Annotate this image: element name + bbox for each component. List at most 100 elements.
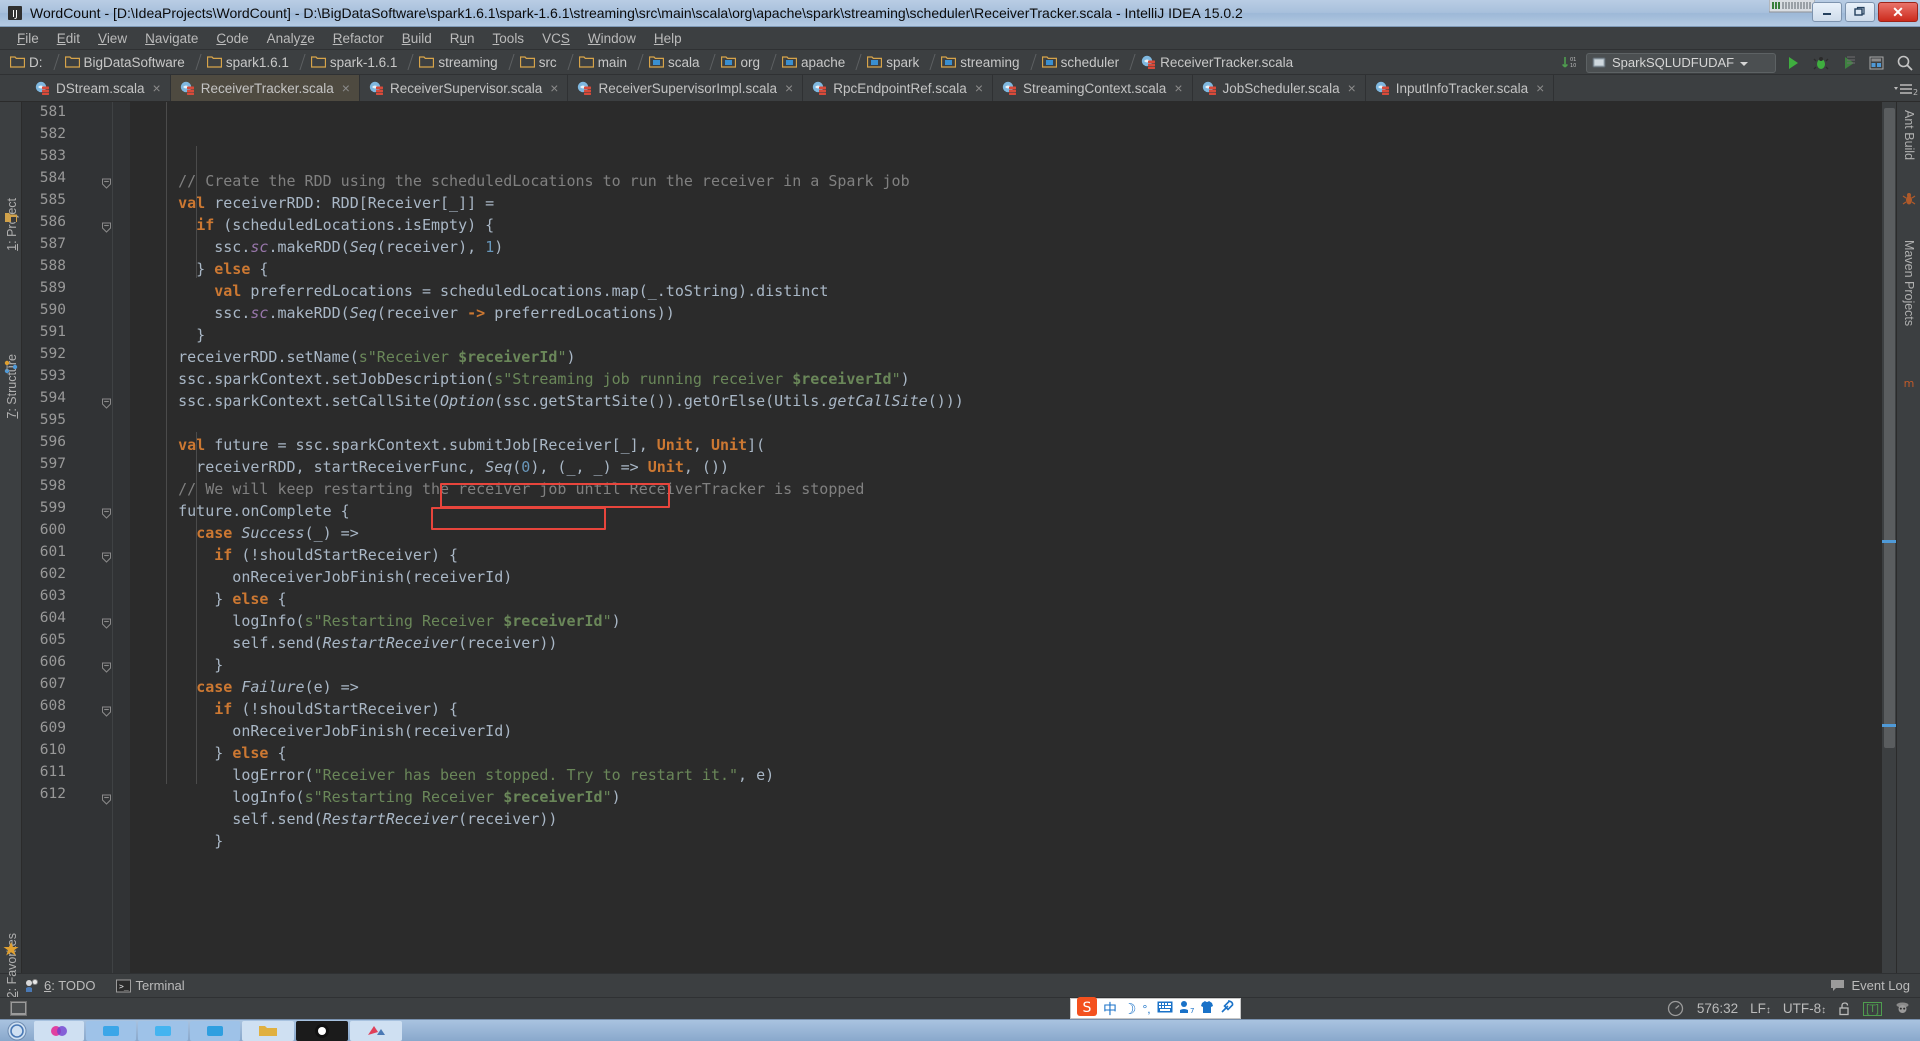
editor-tab-inputinfotracker[interactable]: InputInfoTracker.scala ×	[1365, 75, 1555, 101]
tab-list-icon[interactable]: 2	[1892, 81, 1918, 97]
menu-edit[interactable]: Edit	[48, 29, 89, 48]
file-encoding[interactable]: UTF-8↕	[1783, 1001, 1826, 1016]
sidebar-item-ant-build[interactable]: Ant Build	[1901, 110, 1917, 184]
code-line[interactable]: onReceiverJobFinish(receiverId)	[130, 720, 1882, 742]
menu-code[interactable]: Code	[207, 29, 257, 48]
hector-icon[interactable]	[1894, 1000, 1912, 1018]
menu-help[interactable]: Help	[645, 29, 691, 48]
menu-vcs[interactable]: VCS	[533, 29, 579, 48]
code-line[interactable]: ssc.sparkContext.setJobDescription(s"Str…	[130, 368, 1882, 390]
breadcrumb-item-apache[interactable]: apache	[778, 50, 863, 75]
breadcrumb-item-spark-1-6-1[interactable]: spark-1.6.1	[307, 50, 416, 75]
breadcrumb-item-streaming[interactable]: streaming	[415, 50, 515, 75]
inspection-gauge-icon[interactable]	[1667, 1000, 1685, 1018]
breadcrumb-item-spark1-6-1[interactable]: spark1.6.1	[203, 50, 307, 75]
menu-analyze[interactable]: Analyze	[258, 29, 324, 48]
taskbar-item-5[interactable]	[242, 1020, 294, 1041]
run-configuration-selector[interactable]: SparkSQLUDFUDAF	[1586, 52, 1776, 73]
sidebar-item-maven-projects[interactable]: Maven Projects	[1901, 240, 1917, 364]
code-line[interactable]: val receiverRDD: RDD[Receiver[_]] =	[130, 192, 1882, 214]
ime-skin-icon[interactable]	[1200, 1000, 1214, 1017]
run-with-coverage-icon[interactable]	[1838, 53, 1860, 73]
taskbar-item-3[interactable]	[138, 1020, 188, 1041]
code-line[interactable]: // We will keep restarting the receiver …	[130, 478, 1882, 500]
code-line[interactable]: receiverRDD.setName(s"Receiver $receiver…	[130, 346, 1882, 368]
line-separator[interactable]: LF↕	[1750, 1001, 1771, 1016]
event-log-button[interactable]: Event Log	[1830, 978, 1920, 993]
close-icon[interactable]: ×	[785, 80, 793, 96]
code-line[interactable]: if (!shouldStartReceiver) {	[130, 544, 1882, 566]
code-line[interactable]: // Create the RDD using the scheduledLoc…	[130, 170, 1882, 192]
breadcrumb-item-receivertracker-scala[interactable]: ReceiverTracker.scala	[1137, 50, 1298, 75]
toolwindow-terminal[interactable]: >_ Terminal	[115, 978, 185, 993]
tabs-overflow[interactable]: 2	[1892, 75, 1920, 101]
breadcrumb-item-src[interactable]: src	[516, 50, 575, 75]
code-line[interactable]: ssc.sc.makeRDD(Seq(receiver), 1)	[130, 236, 1882, 258]
maximize-restore-button[interactable]	[1845, 2, 1875, 22]
ime-halfwidth-icon[interactable]: ☽	[1123, 1000, 1136, 1018]
sidebar-item-structure[interactable]: 7: Structure	[4, 252, 20, 419]
code-fold-toggle-icon[interactable]	[101, 506, 112, 519]
code-line[interactable]	[130, 412, 1882, 434]
code-line[interactable]: } else {	[130, 258, 1882, 280]
close-button[interactable]: ✕	[1878, 2, 1918, 22]
breadcrumb-item-bigdatasoftware[interactable]: BigDataSoftware	[61, 50, 203, 75]
code-line[interactable]: val preferredLocations = scheduledLocati…	[130, 280, 1882, 302]
code-line[interactable]: if (scheduledLocations.isEmpty) {	[130, 214, 1882, 236]
sort-numeric-icon[interactable]: 01 10	[1558, 53, 1580, 73]
code-fold-toggle-icon[interactable]	[101, 660, 112, 673]
close-icon[interactable]: ×	[1174, 80, 1182, 96]
menu-file[interactable]: File	[8, 29, 48, 48]
editor-code-area[interactable]: // Create the RDD using the scheduledLoc…	[130, 102, 1882, 973]
code-fold-toggle-icon[interactable]	[101, 220, 112, 233]
code-line[interactable]	[130, 148, 1882, 170]
code-line[interactable]: if (!shouldStartReceiver) {	[130, 698, 1882, 720]
search-icon[interactable]	[1894, 53, 1916, 73]
code-line[interactable]: case Failure(e) =>	[130, 676, 1882, 698]
ime-settings-icon[interactable]	[1220, 999, 1234, 1017]
breadcrumb-item-spark[interactable]: spark	[863, 50, 937, 75]
close-icon[interactable]: ×	[342, 80, 350, 96]
breadcrumb-item-d-[interactable]: D:	[6, 50, 61, 75]
toggle-toolwindows-icon[interactable]	[10, 1000, 28, 1017]
menu-navigate[interactable]: Navigate	[136, 29, 207, 48]
code-line[interactable]: } else {	[130, 588, 1882, 610]
code-line[interactable]: logInfo(s"Restarting Receiver $receiverI…	[130, 786, 1882, 808]
ime-punctuation-icon[interactable]: °,	[1142, 1002, 1150, 1016]
code-fold-toggle-icon[interactable]	[101, 396, 112, 409]
code-line[interactable]: self.send(RestartReceiver(receiver))	[130, 808, 1882, 830]
code-line[interactable]: case Success(_) =>	[130, 522, 1882, 544]
code-line[interactable]: }	[130, 830, 1882, 852]
taskbar-item-6[interactable]	[296, 1020, 348, 1041]
close-icon[interactable]: ×	[975, 80, 983, 96]
code-fold-toggle-icon[interactable]	[101, 616, 112, 629]
ime-user-icon[interactable]: 7	[1179, 1000, 1194, 1017]
breadcrumb-item-streaming[interactable]: streaming	[937, 50, 1037, 75]
code-line[interactable]: self.send(RestartReceiver(receiver))	[130, 632, 1882, 654]
breadcrumb-item-scheduler[interactable]: scheduler	[1038, 50, 1138, 75]
sidebar-item-project[interactable]: 1: Project	[4, 112, 20, 251]
toolwindow-todo[interactable]: 6: TODO	[24, 978, 96, 993]
minimize-button[interactable]	[1812, 2, 1842, 22]
editor-marker-scrollbar[interactable]	[1882, 102, 1896, 973]
code-fold-toggle-icon[interactable]	[101, 176, 112, 189]
taskbar-item-7[interactable]	[350, 1020, 402, 1041]
code-line[interactable]: logInfo(s"Restarting Receiver $receiverI…	[130, 610, 1882, 632]
code-line[interactable]: future.onComplete {	[130, 500, 1882, 522]
code-line[interactable]: } else {	[130, 742, 1882, 764]
menu-run[interactable]: Run	[441, 29, 484, 48]
editor-tab-dstream[interactable]: DStream.scala ×	[26, 75, 171, 101]
insert-mode-badge[interactable]: [T]	[1863, 1001, 1882, 1016]
breadcrumb-item-org[interactable]: org	[717, 50, 778, 75]
breadcrumb-item-main[interactable]: main	[575, 50, 645, 75]
code-line[interactable]: onReceiverJobFinish(receiverId)	[130, 566, 1882, 588]
taskbar-item-2[interactable]	[86, 1020, 136, 1041]
menu-tools[interactable]: Tools	[484, 29, 534, 48]
taskbar-item-1[interactable]	[34, 1020, 84, 1041]
code-fold-toggle-icon[interactable]	[101, 550, 112, 563]
code-fold-toggle-icon[interactable]	[101, 704, 112, 717]
menu-refactor[interactable]: Refactor	[324, 29, 393, 48]
menu-build[interactable]: Build	[393, 29, 441, 48]
taskbar-start-button[interactable]	[2, 1021, 32, 1041]
taskbar-item-4[interactable]	[190, 1020, 240, 1041]
